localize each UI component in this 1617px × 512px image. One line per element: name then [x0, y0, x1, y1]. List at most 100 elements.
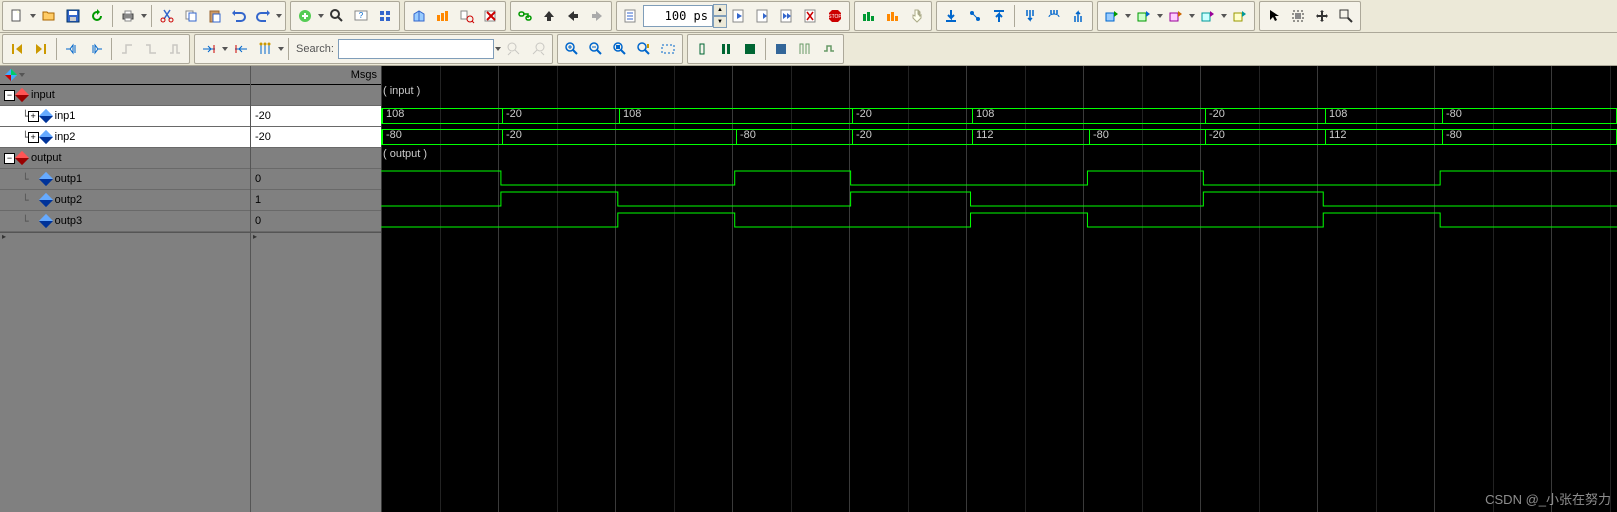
- zoom-in-icon[interactable]: [561, 38, 583, 60]
- msg-row-output[interactable]: [251, 148, 381, 169]
- collapse-icon[interactable]: −: [4, 90, 15, 101]
- undo-icon[interactable]: [228, 5, 250, 27]
- cursors-icon[interactable]: [254, 38, 276, 60]
- signal-header[interactable]: [0, 66, 250, 85]
- search-input[interactable]: [338, 39, 494, 59]
- collapse-icon[interactable]: −: [4, 153, 15, 164]
- remove-cursor-icon[interactable]: [230, 38, 252, 60]
- zoom-full-icon[interactable]: [609, 38, 631, 60]
- help-icon[interactable]: ?: [350, 5, 372, 27]
- step-down-blue-icon[interactable]: [940, 5, 962, 27]
- restart-4-icon[interactable]: [1197, 5, 1219, 27]
- wave-row-outp1[interactable]: [381, 168, 1617, 189]
- run-all-icon[interactable]: [776, 5, 798, 27]
- wave-row-outp2[interactable]: [381, 189, 1617, 210]
- add-cursor-icon[interactable]: [198, 38, 220, 60]
- find-icon[interactable]: [326, 5, 348, 27]
- cursor-next-icon[interactable]: [30, 38, 52, 60]
- zoom-area-icon[interactable]: [1335, 5, 1357, 27]
- restart-icon[interactable]: [1101, 5, 1123, 27]
- stop-icon[interactable]: STOP: [824, 5, 846, 27]
- signal-row-inp1[interactable]: └+inp1: [0, 106, 250, 127]
- add-icon[interactable]: [294, 5, 316, 27]
- step-up-stack-icon[interactable]: [1067, 5, 1089, 27]
- row-resize-handle-2[interactable]: [251, 232, 381, 239]
- zoom-cursor-icon[interactable]: [633, 38, 655, 60]
- step-up-blue-icon[interactable]: [964, 5, 986, 27]
- compile-icon[interactable]: [408, 5, 430, 27]
- run-length-input[interactable]: [643, 5, 713, 27]
- cut-icon[interactable]: [156, 5, 178, 27]
- history-dropdown[interactable]: [275, 6, 283, 26]
- mem-2-icon[interactable]: [882, 5, 904, 27]
- redo-icon[interactable]: [252, 5, 274, 27]
- edge-next-icon[interactable]: [85, 38, 107, 60]
- signal-row-output[interactable]: −output: [0, 148, 250, 169]
- move-icon[interactable]: [1311, 5, 1333, 27]
- run-length-spinner[interactable]: ▲▼: [713, 4, 727, 28]
- break-run-icon[interactable]: [800, 5, 822, 27]
- msg-row-outp2[interactable]: 1: [251, 190, 381, 211]
- analog-5-icon[interactable]: [794, 38, 816, 60]
- fall-icon[interactable]: [140, 38, 162, 60]
- signal-row-inp2[interactable]: └+inp2: [0, 127, 250, 148]
- up-icon[interactable]: [538, 5, 560, 27]
- print-icon[interactable]: [117, 5, 139, 27]
- wave-row-inp1[interactable]: 108-20108-20108-20108-80: [381, 105, 1617, 126]
- step-down-stack-icon[interactable]: [1019, 5, 1041, 27]
- run-length-icon[interactable]: [620, 5, 642, 27]
- expand-icon[interactable]: +: [28, 111, 39, 122]
- msg-row-inp2[interactable]: -20: [251, 127, 381, 148]
- signal-row-outp1[interactable]: └outp1: [0, 169, 250, 190]
- simulate-icon[interactable]: [456, 5, 478, 27]
- new-dropdown[interactable]: [29, 6, 37, 26]
- signal-row-outp2[interactable]: └outp2: [0, 190, 250, 211]
- analog-6-icon[interactable]: [818, 38, 840, 60]
- cursor-icon[interactable]: [1263, 5, 1285, 27]
- add-dropdown[interactable]: [317, 6, 325, 26]
- wave-row-inp2[interactable]: -80-20-80-20112-80-20112-80: [381, 126, 1617, 147]
- analog-2-icon[interactable]: [715, 38, 737, 60]
- signal-row-input[interactable]: −input: [0, 85, 250, 106]
- search-next-icon[interactable]: [527, 38, 549, 60]
- wave-row-output[interactable]: ( output ): [381, 147, 1617, 168]
- zoom-range-icon[interactable]: [657, 38, 679, 60]
- rise-icon[interactable]: [116, 38, 138, 60]
- msg-row-inp1[interactable]: -20: [251, 106, 381, 127]
- search-prev-icon[interactable]: [503, 38, 525, 60]
- zoom-out-icon[interactable]: [585, 38, 607, 60]
- copy-icon[interactable]: [180, 5, 202, 27]
- right-icon[interactable]: [586, 5, 608, 27]
- row-resize-handle[interactable]: [0, 232, 250, 239]
- expand-icon[interactable]: +: [28, 132, 39, 143]
- left-icon[interactable]: [562, 5, 584, 27]
- analog-1-icon[interactable]: [691, 38, 713, 60]
- msg-row-input[interactable]: [251, 85, 381, 106]
- analog-4-icon[interactable]: [770, 38, 792, 60]
- select-icon[interactable]: [1287, 5, 1309, 27]
- break-icon[interactable]: [480, 5, 502, 27]
- paste-icon[interactable]: [204, 5, 226, 27]
- signal-row-outp3[interactable]: └outp3: [0, 211, 250, 232]
- wave-row-input[interactable]: ( input ): [381, 84, 1617, 105]
- link-icon[interactable]: [514, 5, 536, 27]
- restart-5-icon[interactable]: [1229, 5, 1251, 27]
- continue-run-icon[interactable]: [752, 5, 774, 27]
- wave-row-outp3[interactable]: [381, 210, 1617, 231]
- msg-row-outp1[interactable]: 0: [251, 169, 381, 190]
- new-icon[interactable]: [6, 5, 28, 27]
- open-icon[interactable]: [38, 5, 60, 27]
- save-icon[interactable]: [62, 5, 84, 27]
- print-dropdown[interactable]: [140, 6, 148, 26]
- up-blue-icon[interactable]: [988, 5, 1010, 27]
- pan-icon[interactable]: [906, 5, 928, 27]
- restart-3-icon[interactable]: [1165, 5, 1187, 27]
- edge-prev-icon[interactable]: [61, 38, 83, 60]
- cursor-prev-icon[interactable]: [6, 38, 28, 60]
- any-edge-icon[interactable]: [164, 38, 186, 60]
- restart-2-icon[interactable]: [1133, 5, 1155, 27]
- waveform-column[interactable]: ( input )108-20108-20108-20108-80-80-20-…: [381, 66, 1617, 512]
- mem-1-icon[interactable]: [858, 5, 880, 27]
- step-over-stack-icon[interactable]: [1043, 5, 1065, 27]
- compile-all-icon[interactable]: [432, 5, 454, 27]
